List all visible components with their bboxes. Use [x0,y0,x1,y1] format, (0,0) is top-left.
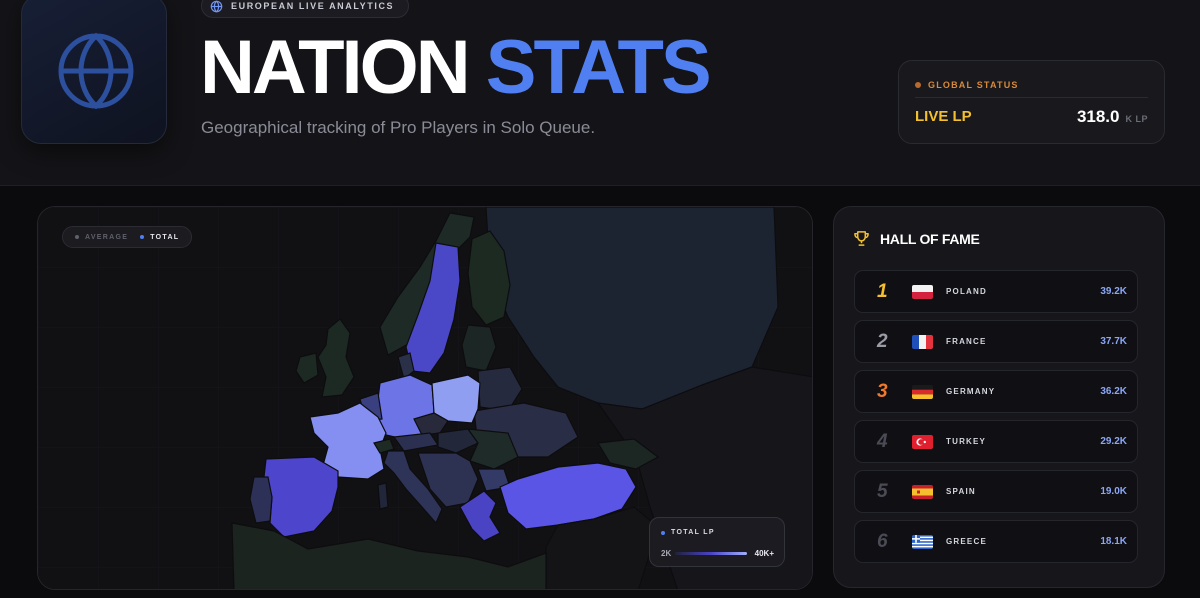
page-title: NATION STATS [200,30,712,106]
legend-max: 40K+ [754,549,774,558]
leaderboard-row[interactable]: 6 GREECE 18.1K [854,520,1138,563]
country-score: 18.1K [1100,536,1127,547]
rank-number: 5 [877,481,888,502]
country-name: TURKEY [946,437,987,446]
country-score: 39.2K [1100,286,1127,297]
map-island-sardinia[interactable] [377,482,389,510]
country-name: GERMANY [946,387,996,396]
status-dot-icon [915,82,921,88]
toggle-average[interactable]: AVERAGE [75,234,128,241]
rank-number: 2 [877,331,888,352]
country-name: POLAND [946,287,987,296]
leaderboard-row[interactable]: 2 FRANCE 37.7K [854,320,1138,363]
live-lp-unit: K LP [1125,114,1148,124]
global-status-card: GLOBAL STATUS LIVE LP 318.0 K LP [898,60,1165,144]
country-name: FRANCE [946,337,987,346]
country-score: 19.0K [1100,486,1127,497]
rank-number: 4 [877,431,888,452]
rank-number: 1 [877,281,888,302]
map-legend: TOTAL LP 2K 40K+ [649,517,785,567]
dot-icon [661,530,665,535]
leaderboard-row[interactable]: 3 GERMANY 36.2K [854,370,1138,413]
country-name: GREECE [946,537,987,546]
hall-of-fame-panel: HALL OF FAME 1 POLAND 39.2K 2 FRANCE 37.… [833,206,1165,588]
germany-flag-icon [912,385,933,399]
toggle-total-label: TOTAL [150,233,180,241]
legend-min: 2K [661,549,672,558]
live-lp-label: LIVE LP [915,108,972,125]
title-word-nation: NATION [200,25,471,110]
country-score: 37.7K [1100,336,1127,347]
toggle-total[interactable]: TOTAL [140,234,179,241]
page-subtitle: Geographical tracking of Pro Players in … [201,118,596,137]
rank-number: 3 [877,381,888,402]
badge-label: EUROPEAN LIVE ANALYTICS [231,1,395,11]
divider [915,97,1148,98]
leaderboard-row[interactable]: 5 SPAIN 19.0K [854,470,1138,513]
globe-icon [210,0,223,12]
turkey-flag-icon [912,435,933,449]
globe-icon [58,32,134,110]
global-status-label-wrap: GLOBAL STATUS [915,80,1019,90]
live-lp-value: 318.0 [1076,107,1120,126]
legend-title-wrap: TOTAL LP [661,529,715,536]
dot-icon [75,235,79,239]
live-lp-value-wrap: 318.0 K LP [1077,107,1148,127]
toggle-average-label: AVERAGE [85,233,129,241]
hall-of-fame-header: HALL OF FAME [853,230,980,247]
trophy-icon [854,231,869,246]
map-metric-toggle[interactable]: AVERAGE TOTAL [62,226,193,248]
global-status-label: GLOBAL STATUS [928,80,1019,90]
poland-flag-icon [912,285,933,299]
title-word-stats: STATS [485,25,712,110]
section-badge: EUROPEAN LIVE ANALYTICS [201,0,410,18]
leaderboard-row[interactable]: 1 POLAND 39.2K [854,270,1138,313]
legend-gradient-bar [675,552,747,555]
legend-title: TOTAL LP [671,529,715,536]
country-score: 36.2K [1100,386,1127,397]
dot-icon [140,235,145,239]
page-header: EUROPEAN LIVE ANALYTICS NATION STATS Geo… [0,0,1200,186]
rank-number: 6 [877,531,888,552]
hall-of-fame-title: HALL OF FAME [880,230,980,247]
france-flag-icon [912,335,933,349]
country-score: 29.2K [1100,436,1127,447]
greece-flag-icon [912,535,933,549]
spain-flag-icon [912,485,933,499]
leaderboard-row[interactable]: 4 TURKEY 29.2K [854,420,1138,463]
country-name: SPAIN [946,487,976,496]
app-logo [21,0,167,144]
